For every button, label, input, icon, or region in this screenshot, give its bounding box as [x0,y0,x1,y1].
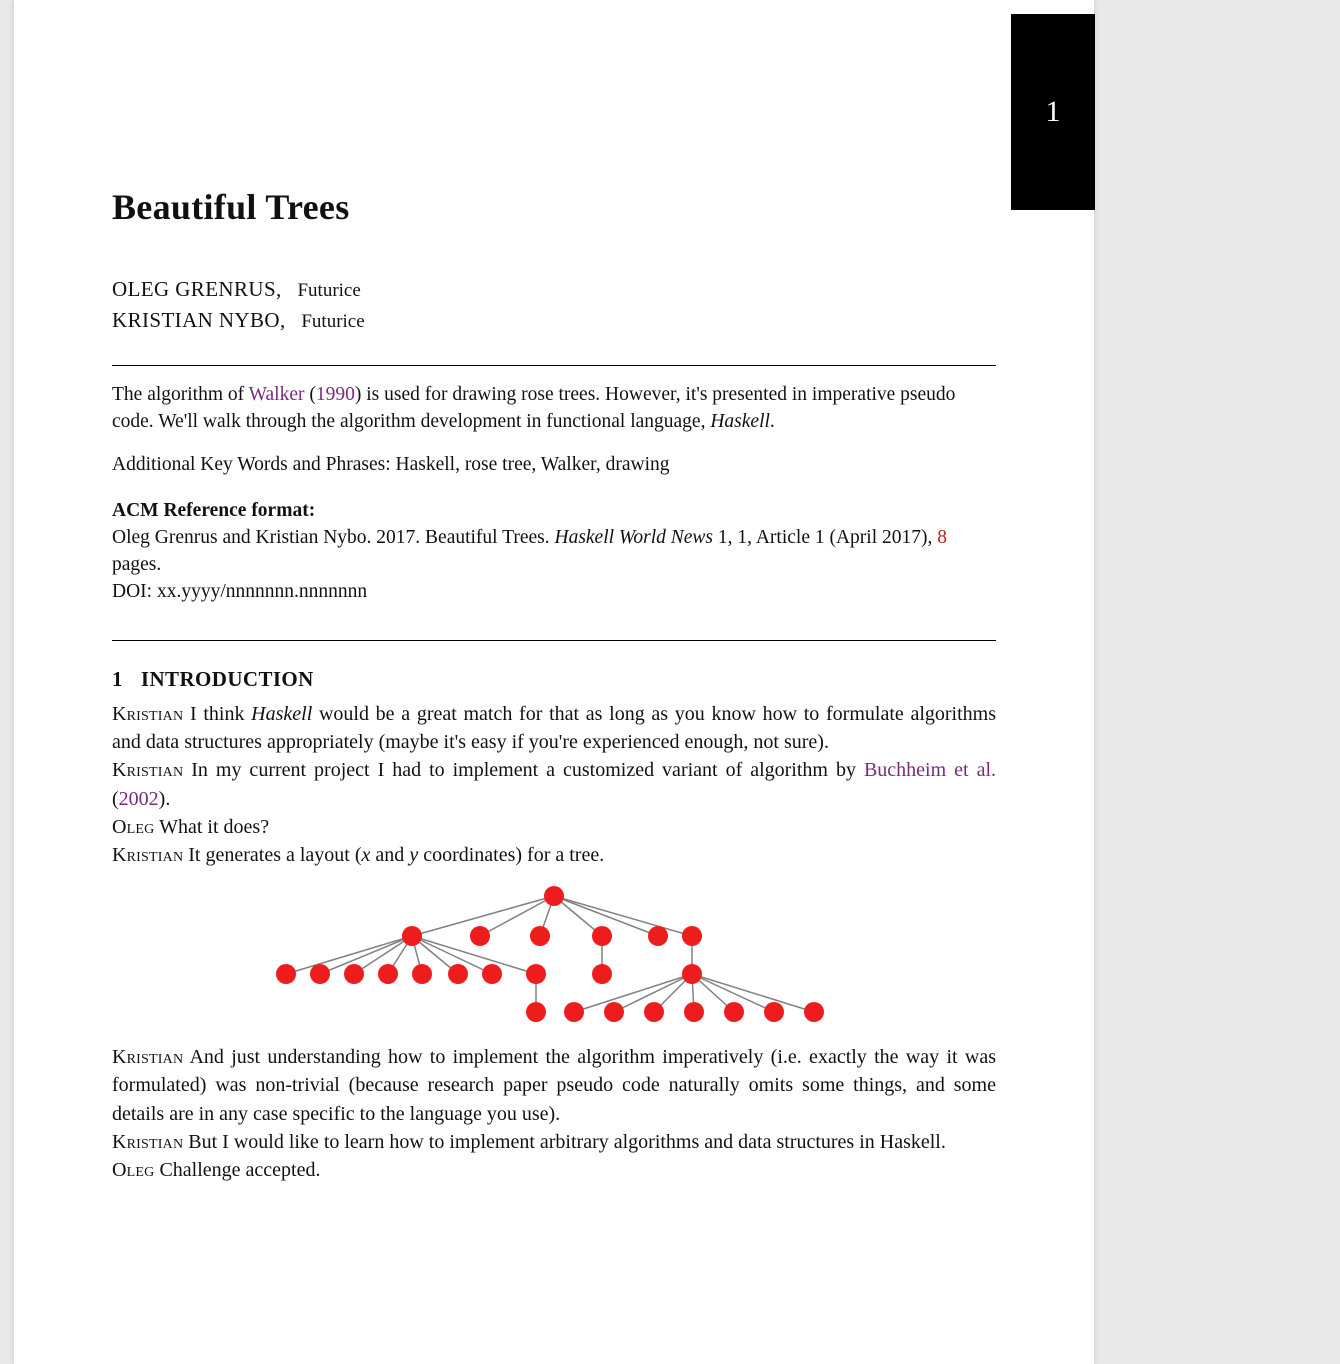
page-number: 1 [1046,95,1061,129]
dialogue-text: In my current project I had to implement… [183,759,864,781]
authors-block: OLEG GRENRUS, Futurice KRISTIAN NYBO, Fu… [112,274,996,335]
dialogue-text: coordinates) for a tree. [418,844,604,866]
section-number: 1 [112,667,123,691]
author-affiliation: Futurice [297,280,360,301]
body-text: Kristian I think Haskell would be a grea… [112,700,996,757]
dialogue-text: I think [183,703,251,725]
body-text: Kristian In my current project I had to … [112,756,996,813]
section-heading: 1 INTRODUCTION [112,667,996,692]
ref-format-label: ACM Reference format: [112,498,996,525]
ref-text: Oleg Grenrus and Kristian Nybo. 2017. Be… [112,527,554,548]
speaker-name: Kristian [112,703,183,725]
author-affiliation: Futurice [301,311,364,332]
ref-text: pages. [112,554,161,575]
paper-content: Beautiful Trees OLEG GRENRUS, Futurice K… [14,0,1094,1185]
dialogue-text: ( [112,788,119,810]
author-name: OLEG GRENRUS, [112,277,282,301]
keywords-value: Haskell, rose tree, Walker, drawing [396,454,670,475]
paper-title: Beautiful Trees [112,186,996,228]
body-text: Kristian And just understanding how to i… [112,1043,996,1128]
body-text: Kristian But I would like to learn how t… [112,1128,996,1156]
dialogue-text: Challenge accepted. [154,1159,320,1181]
abstract: The algorithm of Walker (1990) is used f… [112,382,996,436]
body-text: Kristian It generates a layout (x and y … [112,841,996,869]
keywords-line: Additional Key Words and Phrases: Haskel… [112,454,996,476]
citation-year-link[interactable]: 2002 [119,788,159,810]
body-text: Oleg What it does? [112,813,996,841]
dialogue-text: And just understanding how to implement … [112,1046,996,1125]
ref-doi: DOI: xx.yyyy/nnnnnnn.nnnnnnn [112,579,996,606]
ref-pages-link[interactable]: 8 [937,527,947,548]
dialogue-text: and [370,844,409,866]
acm-reference-format: ACM Reference format: Oleg Grenrus and K… [112,498,996,606]
dialogue-emph: Haskell [251,703,312,725]
citation-author-link[interactable]: Walker [249,384,305,405]
body-text: Oleg Challenge accepted. [112,1156,996,1184]
speaker-name: Oleg [112,1159,154,1181]
dialogue-text: It generates a layout ( [183,844,361,866]
ref-journal: Haskell World News [554,527,713,548]
keywords-label: Additional Key Words and Phrases: [112,454,396,475]
speaker-name: Kristian [112,759,183,781]
author-name: KRISTIAN NYBO, [112,308,286,332]
author-line: OLEG GRENRUS, Futurice [112,274,996,305]
speaker-name: Oleg [112,816,154,838]
rule [112,640,996,641]
citation-author-link[interactable]: Buchheim et al. [864,759,996,781]
math-var: y [409,844,418,866]
abstract-emph: Haskell [710,411,770,432]
citation-year-link[interactable]: 1990 [316,384,355,405]
dialogue-text: What it does? [154,816,269,838]
ref-format-body: Oleg Grenrus and Kristian Nybo. 2017. Be… [112,525,996,579]
author-line: KRISTIAN NYBO, Futurice [112,305,996,336]
ref-text: 1, 1, Article 1 (April 2017), [713,527,937,548]
section-title: INTRODUCTION [141,667,314,691]
abstract-text: . [770,411,775,432]
tree-figure [264,878,844,1033]
speaker-name: Kristian [112,844,183,866]
speaker-name: Kristian [112,1046,183,1068]
abstract-text: ( [304,384,315,405]
rule [112,365,996,366]
page-number-badge: 1 [1011,14,1095,210]
abstract-text: The algorithm of [112,384,249,405]
dialogue-text: But I would like to learn how to impleme… [183,1131,946,1153]
paper-page: 1 Beautiful Trees OLEG GRENRUS, Futurice… [14,0,1094,1364]
dialogue-text: ). [159,788,171,810]
speaker-name: Kristian [112,1131,183,1153]
